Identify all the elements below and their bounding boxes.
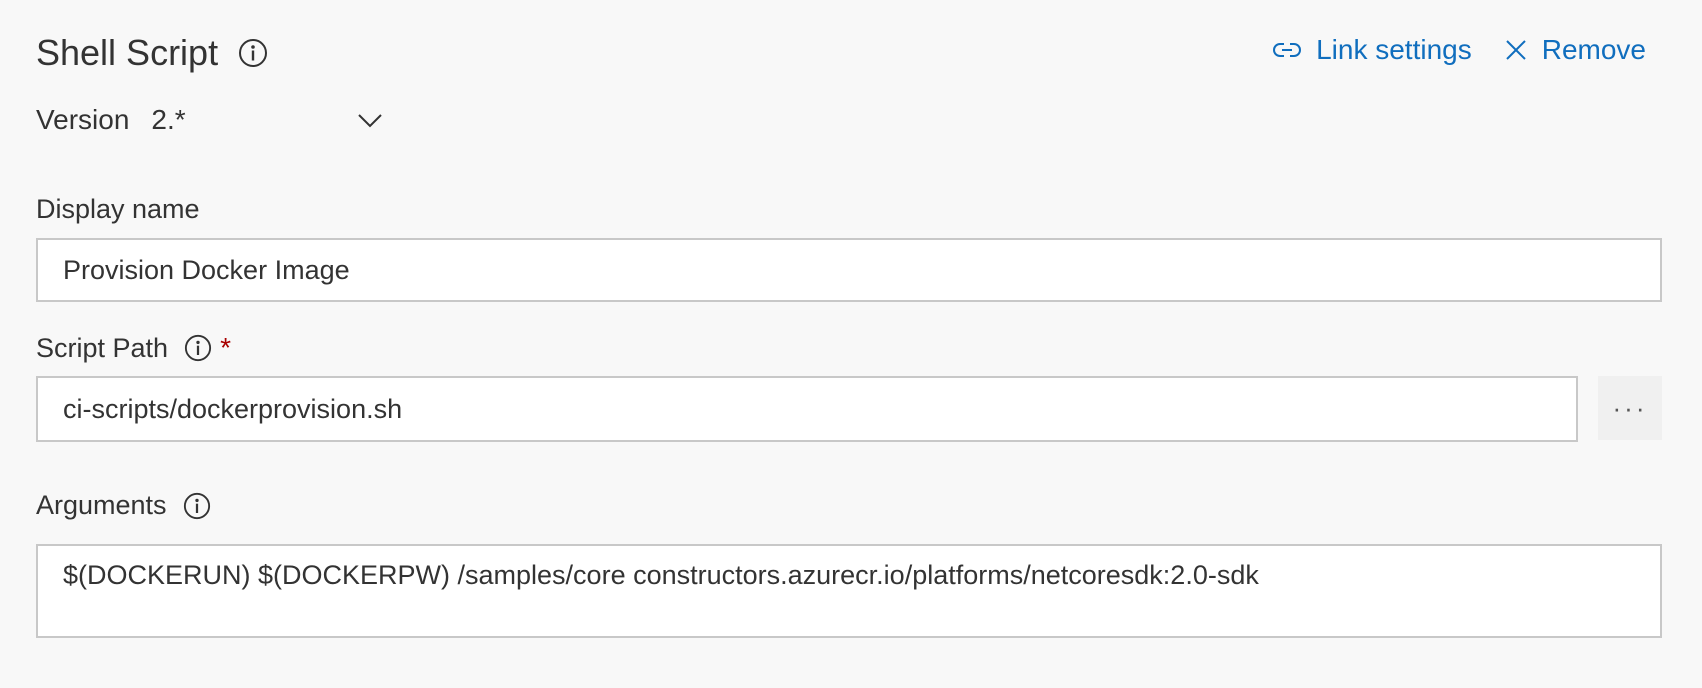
script-path-label-text: Script Path — [36, 332, 169, 363]
display-name-value: Provision Docker Image — [63, 254, 350, 285]
display-name-label: Display name — [36, 194, 200, 225]
info-icon[interactable] — [184, 334, 212, 362]
version-row: Version 2.* — [36, 104, 383, 136]
close-icon — [1504, 38, 1528, 62]
required-marker: * — [220, 332, 231, 363]
arguments-label-text: Arguments — [36, 490, 167, 520]
link-icon — [1272, 38, 1302, 62]
arguments-label: Arguments — [36, 490, 211, 521]
info-icon[interactable] — [183, 492, 211, 520]
task-actions: Link settings Remove — [1272, 34, 1646, 66]
remove-label: Remove — [1541, 34, 1646, 65]
remove-button[interactable]: Remove — [1504, 34, 1646, 66]
more-icon: ··· — [1612, 392, 1648, 423]
info-icon[interactable] — [238, 38, 268, 68]
arguments-field[interactable]: $(DOCKERUN) $(DOCKERPW) /samples/core co… — [36, 544, 1662, 638]
version-dropdown[interactable]: 2.* — [151, 104, 383, 136]
version-value: 2.* — [151, 104, 186, 135]
task-title: Shell Script — [36, 32, 219, 73]
link-settings-label: Link settings — [1316, 34, 1472, 65]
script-path-label: Script Path * — [36, 332, 231, 364]
browse-button[interactable]: ··· — [1598, 376, 1662, 440]
display-name-field[interactable]: Provision Docker Image — [36, 238, 1662, 302]
script-path-field[interactable]: ci-scripts/dockerprovision.sh — [36, 376, 1578, 442]
task-header: Shell Script — [36, 32, 268, 74]
arguments-value: $(DOCKERUN) $(DOCKERPW) /samples/core co… — [63, 560, 1259, 590]
chevron-down-icon — [357, 104, 383, 136]
script-path-value: ci-scripts/dockerprovision.sh — [63, 393, 403, 424]
display-name-label-text: Display name — [36, 194, 200, 224]
link-settings-button[interactable]: Link settings — [1272, 34, 1472, 66]
task-editor-panel: Shell Script Link settings Remove Versio… — [0, 0, 1702, 688]
version-label: Version — [36, 104, 130, 135]
